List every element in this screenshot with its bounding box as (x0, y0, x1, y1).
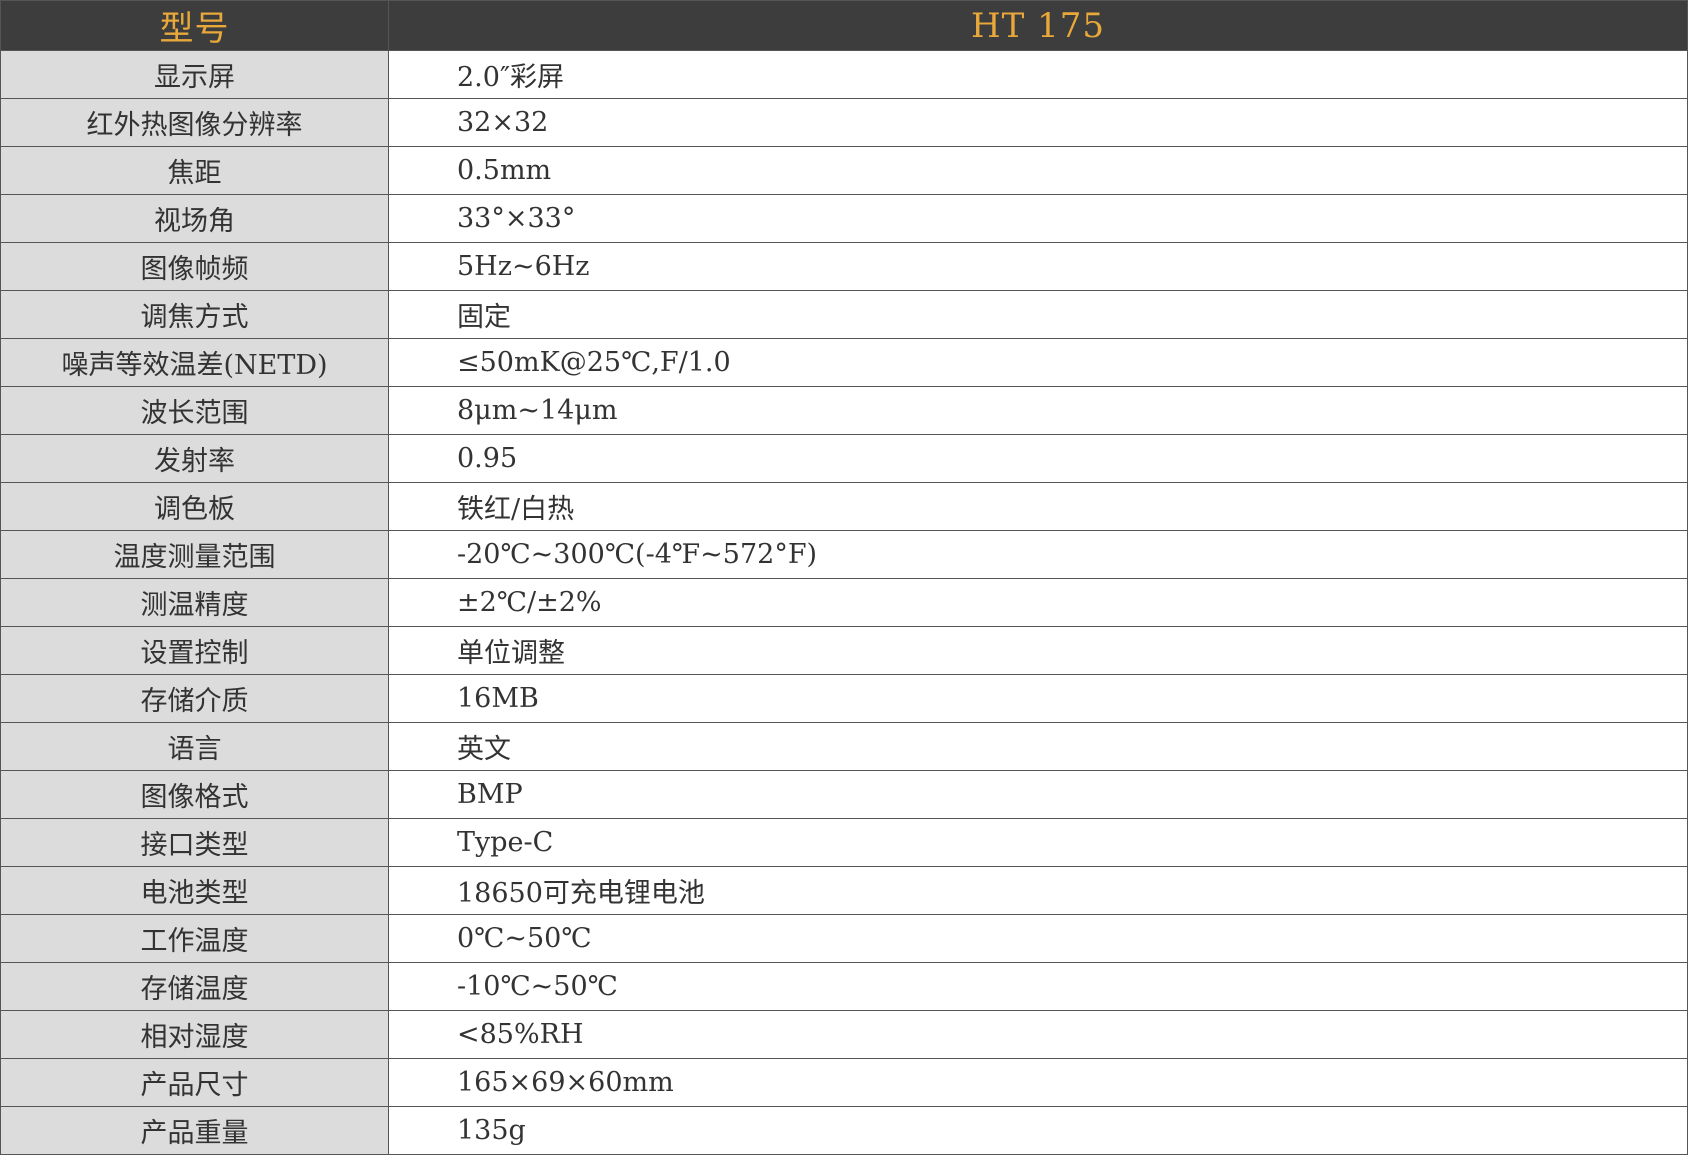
table-row: 显示屏 2.0″彩屏 (0, 50, 1688, 99)
spec-value: 16MB (388, 674, 1688, 723)
spec-value: BMP (388, 770, 1688, 819)
spec-value: 0.5mm (388, 146, 1688, 195)
spec-param-label: 调色板 (0, 482, 389, 531)
table-row: 电池类型 18650可充电锂电池 (0, 866, 1688, 915)
table-row: 相对湿度 <85%RH (0, 1010, 1688, 1059)
spec-param-label: 图像帧频 (0, 242, 389, 291)
spec-param-label: 存储介质 (0, 674, 389, 723)
table-row: 红外热图像分辨率 32×32 (0, 98, 1688, 147)
spec-value: 单位调整 (388, 626, 1688, 675)
spec-value: 固定 (388, 290, 1688, 339)
spec-param-label: 波长范围 (0, 386, 389, 435)
table-row: 波长范围 8μm~14μm (0, 386, 1688, 435)
spec-value: 2.0″彩屏 (388, 50, 1688, 99)
spec-param-label: 电池类型 (0, 866, 389, 915)
table-row: 存储介质 16MB (0, 674, 1688, 723)
spec-param-label: 图像格式 (0, 770, 389, 819)
spec-param-label: 存储温度 (0, 962, 389, 1011)
spec-param-label: 设置控制 (0, 626, 389, 675)
spec-body: 显示屏 2.0″彩屏 红外热图像分辨率 32×32 焦距 0.5mm 视场角 33°×33° 图… (0, 50, 1688, 1155)
spec-value: 0.95 (388, 434, 1688, 483)
spec-param-label: 产品尺寸 (0, 1058, 389, 1107)
table-row: 焦距 0.5mm (0, 146, 1688, 195)
spec-value: -10℃~50℃ (388, 962, 1688, 1011)
spec-param-label: 视场角 (0, 194, 389, 243)
table-row: 图像帧频 5Hz~6Hz (0, 242, 1688, 291)
table-row: 噪声等效温差(NETD) ≤50mK@25℃,F/1.0 (0, 338, 1688, 387)
spec-value: <85%RH (388, 1010, 1688, 1059)
spec-value: -20℃~300℃(-4℉~572°F) (388, 530, 1688, 579)
spec-value: 英文 (388, 722, 1688, 771)
spec-param-label: 测温精度 (0, 578, 389, 627)
table-row: 设置控制 单位调整 (0, 626, 1688, 675)
model-name: HT 175 (388, 0, 1688, 51)
table-row: 工作温度 0℃~50℃ (0, 914, 1688, 963)
spec-value: 135g (388, 1106, 1688, 1155)
spec-value: 165×69×60mm (388, 1058, 1688, 1107)
model-label: 型号 (0, 0, 389, 51)
header-row: 型号 HT 175 (0, 0, 1688, 51)
table-row: 存储温度 -10℃~50℃ (0, 962, 1688, 1011)
table-row: 视场角 33°×33° (0, 194, 1688, 243)
table-row: 图像格式 BMP (0, 770, 1688, 819)
spec-param-label: 相对湿度 (0, 1010, 389, 1059)
spec-param-label: 温度测量范围 (0, 530, 389, 579)
spec-value: 33°×33° (388, 194, 1688, 243)
spec-param-label: 接口类型 (0, 818, 389, 867)
spec-value: 铁红/白热 (388, 482, 1688, 531)
table-row: 产品重量 135g (0, 1106, 1688, 1155)
spec-value: 32×32 (388, 98, 1688, 147)
table-row: 发射率 0.95 (0, 434, 1688, 483)
spec-param-label: 语言 (0, 722, 389, 771)
spec-param-label: 显示屏 (0, 50, 389, 99)
spec-value: Type-C (388, 818, 1688, 867)
spec-param-label: 工作温度 (0, 914, 389, 963)
table-row: 接口类型 Type-C (0, 818, 1688, 867)
spec-param-label: 噪声等效温差(NETD) (0, 338, 389, 387)
table-row: 调焦方式 固定 (0, 290, 1688, 339)
table-row: 语言 英文 (0, 722, 1688, 771)
spec-value: 0℃~50℃ (388, 914, 1688, 963)
spec-value: ≤50mK@25℃,F/1.0 (388, 338, 1688, 387)
spec-param-label: 调焦方式 (0, 290, 389, 339)
spec-value: 5Hz~6Hz (388, 242, 1688, 291)
spec-value: 8μm~14μm (388, 386, 1688, 435)
table-row: 温度测量范围 -20℃~300℃(-4℉~572°F) (0, 530, 1688, 579)
table-row: 调色板 铁红/白热 (0, 482, 1688, 531)
spec-param-label: 焦距 (0, 146, 389, 195)
spec-value: 18650可充电锂电池 (388, 866, 1688, 915)
spec-value: ±2℃/±2% (388, 578, 1688, 627)
spec-param-label: 红外热图像分辨率 (0, 98, 389, 147)
spec-table: 型号 HT 175 显示屏 2.0″彩屏 红外热图像分辨率 32×32 焦距 0.5mm 视… (0, 0, 1688, 1155)
spec-param-label: 发射率 (0, 434, 389, 483)
spec-param-label: 产品重量 (0, 1106, 389, 1155)
table-row: 测温精度 ±2℃/±2% (0, 578, 1688, 627)
table-row: 产品尺寸 165×69×60mm (0, 1058, 1688, 1107)
